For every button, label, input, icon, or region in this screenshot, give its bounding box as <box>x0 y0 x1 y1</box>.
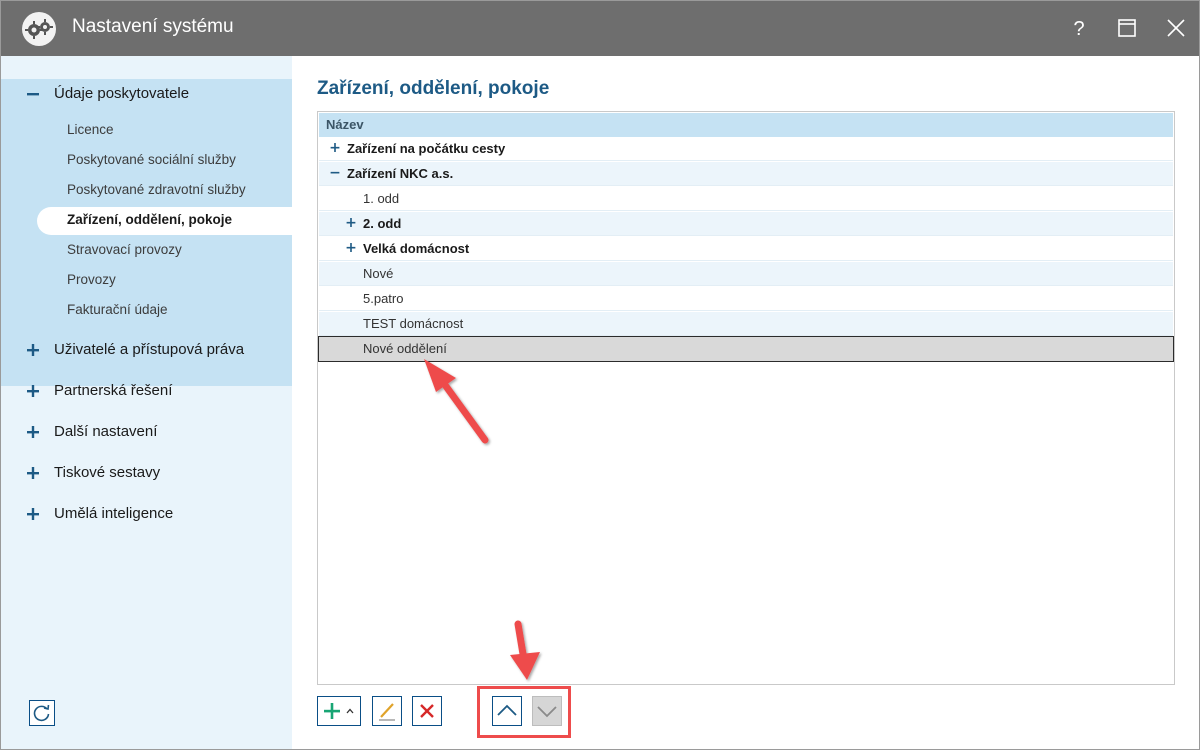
row-label: 1. odd <box>363 191 400 206</box>
refresh-button[interactable] <box>29 700 55 726</box>
page-title: Zařízení, oddělení, pokoje <box>317 78 550 99</box>
sidebar-section-label: Uživatelé a přístupová práva <box>54 341 245 358</box>
expand-plus-icon <box>27 344 39 356</box>
refresh-icon <box>33 704 50 722</box>
help-icon: ? <box>1073 18 1084 40</box>
maximize-icon <box>1118 19 1136 37</box>
expand-plus-icon[interactable]: + <box>345 241 357 255</box>
expand-plus-icon[interactable]: + <box>345 216 357 230</box>
sidebar-item-label: Poskytované sociální služby <box>67 152 236 167</box>
sidebar-section-dalsi-nastaveni[interactable]: Další nastavení <box>1 417 292 453</box>
grid-column-header[interactable]: Název <box>319 113 1173 137</box>
row-label: 2. odd <box>363 216 402 231</box>
sidebar-item-label: Zařízení, oddělení, pokoje <box>67 212 233 227</box>
sidebar-section-label: Údaje poskytovatele <box>54 85 190 102</box>
table-row-selected[interactable]: Nové oddělení <box>318 336 1174 362</box>
pencil-icon <box>379 703 395 721</box>
expand-plus-icon <box>27 508 39 520</box>
edit-button[interactable] <box>372 696 402 726</box>
sidebar-section-umela-inteligence[interactable]: Umělá inteligence <box>1 499 292 535</box>
add-button[interactable] <box>317 696 361 726</box>
sidebar-item-label: Licence <box>67 122 114 137</box>
row-label: TEST domácnost <box>363 316 464 331</box>
sidebar-section-label: Tiskové sestavy <box>54 464 161 481</box>
annotation-highlight-box <box>477 686 571 738</box>
table-row[interactable]: Nové <box>319 262 1173 286</box>
table-row[interactable]: + 2. odd <box>319 212 1173 236</box>
sidebar-section-uzivatele[interactable]: Uživatelé a přístupová práva <box>1 335 292 371</box>
sidebar-section-partnerska-reseni[interactable]: Partnerská řešení <box>1 376 292 412</box>
sidebar-item-licence[interactable]: Licence <box>37 117 292 145</box>
title-bar: Nastavení systému ? <box>1 1 1199 56</box>
sidebar-section-label: Umělá inteligence <box>54 505 174 522</box>
close-button[interactable] <box>1161 13 1191 43</box>
row-label: Zařízení NKC a.s. <box>347 166 454 181</box>
tree-grid: Název + Zařízení na počátku cesty − Zaří… <box>317 111 1175 685</box>
sidebar-item-label: Fakturační údaje <box>67 302 168 317</box>
collapse-minus-icon <box>27 93 39 96</box>
table-row[interactable]: + Velká domácnost <box>319 237 1173 261</box>
help-button[interactable]: ? <box>1064 13 1094 43</box>
row-label: Nové <box>363 266 394 281</box>
sidebar-item-zdravotni-sluzby[interactable]: Poskytované zdravotní služby <box>37 177 292 205</box>
sidebar-item-stravovaci-provozy[interactable]: Stravovací provozy <box>37 237 292 265</box>
close-icon <box>1167 19 1185 37</box>
sidebar-section-label: Partnerská řešení <box>54 382 173 399</box>
plus-icon <box>324 703 340 719</box>
window-title: Nastavení systému <box>72 16 234 37</box>
sidebar: Údaje poskytovatele Licence Poskytované … <box>1 56 292 749</box>
expand-plus-icon <box>27 385 39 397</box>
sidebar-item-label: Poskytované zdravotní služby <box>67 182 246 197</box>
sidebar-item-zarizeni[interactable]: Zařízení, oddělení, pokoje <box>37 207 292 235</box>
settings-window: Nastavení systému ? Údaje poskytovatele … <box>0 0 1200 750</box>
sidebar-item-fakturacni-udaje[interactable]: Fakturační údaje <box>37 297 292 325</box>
delete-button[interactable] <box>412 696 442 726</box>
caret-up-icon <box>346 708 354 714</box>
column-header-nazev: Název <box>326 117 364 132</box>
sidebar-item-socialni-sluzby[interactable]: Poskytované sociální služby <box>37 147 292 175</box>
row-label: 5.patro <box>363 291 404 306</box>
sidebar-item-label: Provozy <box>67 272 116 287</box>
table-row[interactable]: 5.patro <box>319 287 1173 311</box>
table-row[interactable]: 1. odd <box>319 187 1173 211</box>
collapse-minus-icon[interactable]: − <box>329 166 341 180</box>
sidebar-item-label: Stravovací provozy <box>67 242 182 257</box>
expand-plus-icon <box>27 467 39 479</box>
row-label: Zařízení na počátku cesty <box>347 141 506 156</box>
delete-x-icon <box>420 704 434 718</box>
row-label: Nové oddělení <box>363 341 447 356</box>
table-row[interactable]: − Zařízení NKC a.s. <box>319 162 1173 186</box>
row-label: Velká domácnost <box>363 241 470 256</box>
table-row[interactable]: TEST domácnost <box>319 312 1173 336</box>
maximize-button[interactable] <box>1112 13 1142 43</box>
expand-plus-icon[interactable]: + <box>329 141 341 155</box>
expand-plus-icon <box>27 426 39 438</box>
gears-icon <box>22 12 56 46</box>
sidebar-section-label: Další nastavení <box>54 423 158 440</box>
sidebar-section-udaje-poskytovatele[interactable]: Údaje poskytovatele <box>1 79 292 115</box>
sidebar-section-tiskove-sestavy[interactable]: Tiskové sestavy <box>1 458 292 494</box>
sidebar-item-provozy[interactable]: Provozy <box>37 267 292 295</box>
table-row[interactable]: + Zařízení na počátku cesty <box>319 137 1173 161</box>
